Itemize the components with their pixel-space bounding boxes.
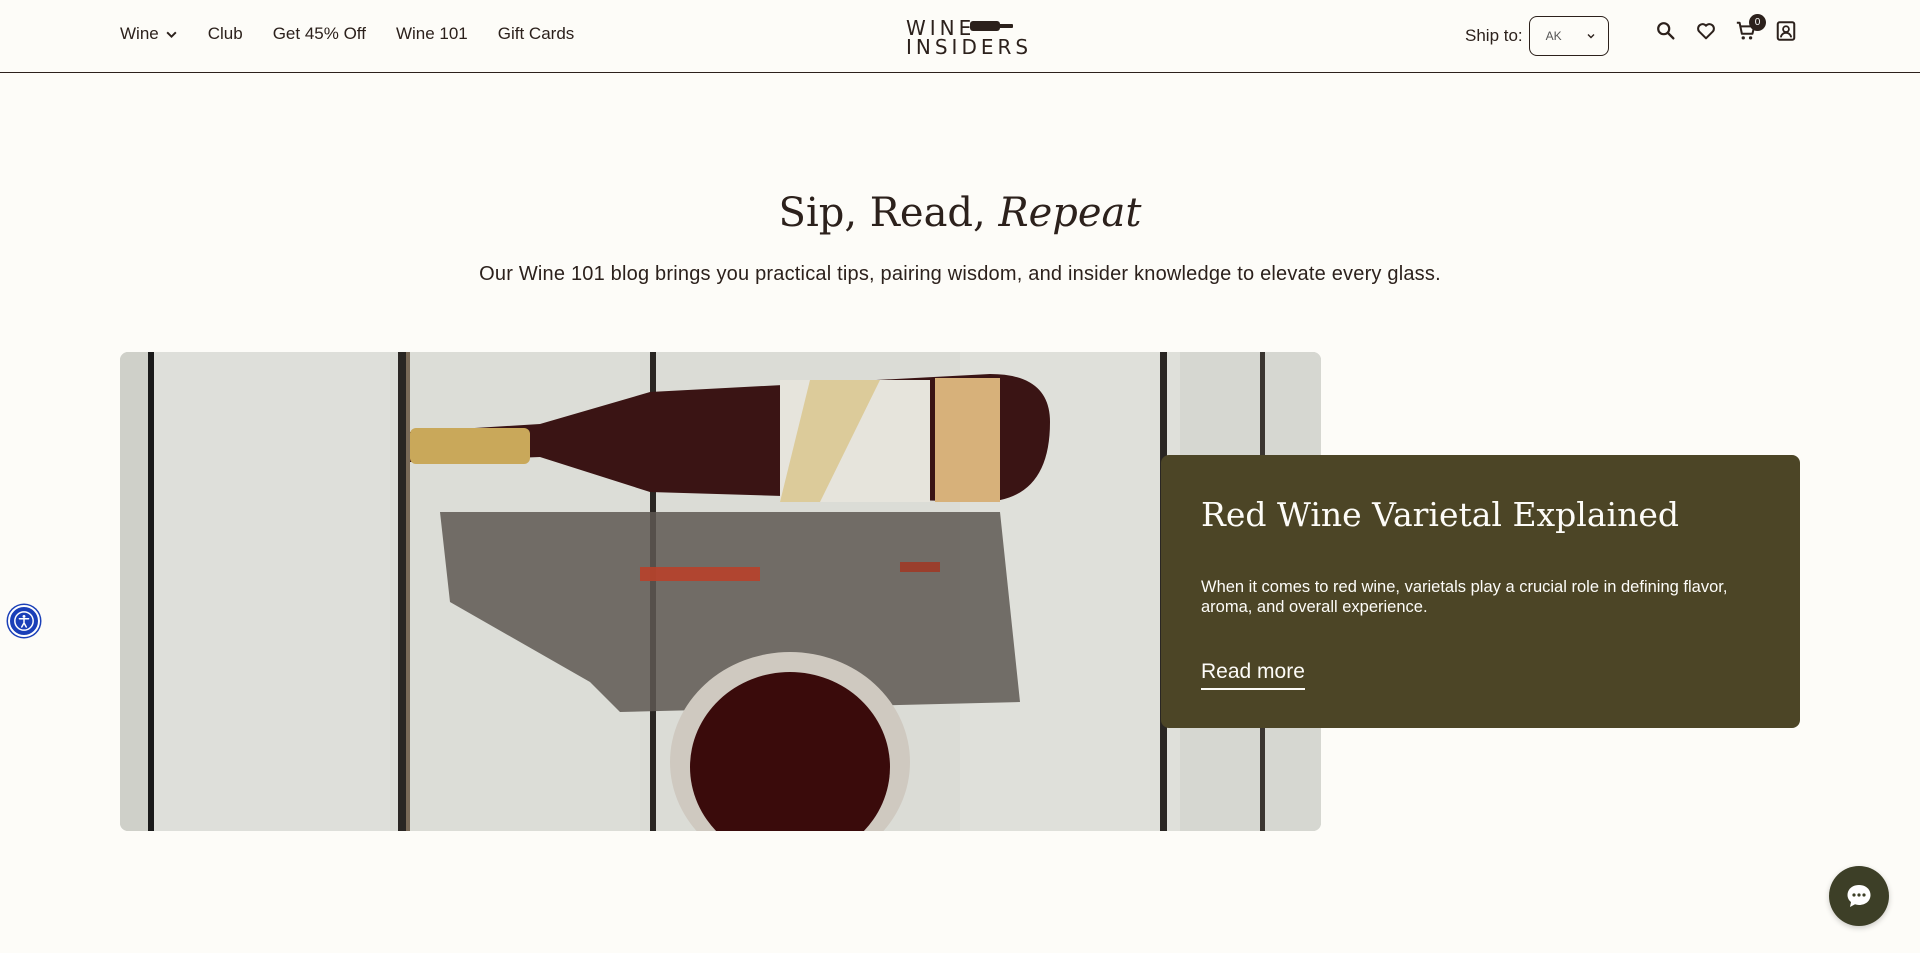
- site-header: Wine Club Get 45% Off Wine 101 Gift Card…: [0, 0, 1920, 73]
- main-nav: Wine Club Get 45% Off Wine 101 Gift Card…: [120, 24, 574, 44]
- read-more-link[interactable]: Read more: [1201, 660, 1305, 690]
- section-title: Sip, Read, Repeat: [0, 190, 1920, 236]
- nav-item-label: Wine: [120, 24, 159, 43]
- search-button[interactable]: [1655, 20, 1677, 42]
- cart-button[interactable]: 0: [1735, 14, 1766, 42]
- nav-item-label: Gift Cards: [497, 24, 575, 43]
- ship-to-value: AK: [1545, 29, 1562, 43]
- wine-bottle-and-glass-photo[interactable]: [120, 352, 1321, 831]
- chat-button[interactable]: [1829, 866, 1889, 926]
- feature-title[interactable]: Red Wine Varietal Explained: [1201, 495, 1760, 535]
- nav-item-wine[interactable]: Wine: [120, 24, 178, 44]
- site-logo[interactable]: WINE INSIDERS: [906, 16, 1028, 57]
- nav-item-label: Club: [207, 24, 243, 43]
- feature-description: When it comes to red wine, varietals pla…: [1201, 577, 1728, 617]
- chevron-down-icon: [166, 31, 177, 38]
- chat-bubble-icon: [1847, 885, 1871, 907]
- nav-item-offer[interactable]: Get 45% Off: [273, 24, 366, 44]
- nav-item-club[interactable]: Club: [208, 24, 243, 44]
- wishlist-button[interactable]: [1695, 20, 1717, 42]
- nav-item-label: Get 45% Off: [272, 24, 366, 43]
- account-icon: [1776, 21, 1796, 41]
- bottle-icon: [970, 21, 1013, 31]
- section-subtitle: Our Wine 101 blog brings you practical t…: [479, 263, 1441, 285]
- ship-to-select[interactable]: AK: [1528, 16, 1609, 56]
- ship-to-label: Ship to:: [1465, 26, 1523, 45]
- search-icon: [1657, 22, 1675, 40]
- logo-line-2: INSIDERS: [906, 35, 1033, 59]
- account-button[interactable]: [1775, 20, 1797, 42]
- heart-icon: [1697, 23, 1715, 40]
- section-title-plain: Sip, Read,: [778, 190, 999, 236]
- ship-to: Ship to: AK: [1465, 16, 1609, 56]
- chevron-down-icon: [1587, 34, 1595, 39]
- nav-item-gift-cards[interactable]: Gift Cards: [498, 24, 575, 44]
- accessibility-icon: [14, 611, 34, 631]
- cart-count-badge: 0: [1749, 14, 1766, 31]
- accessibility-button[interactable]: [8, 605, 40, 637]
- section-title-italic: Repeat: [998, 190, 1142, 236]
- feature-card: Red Wine Varietal Explained When it come…: [1161, 455, 1800, 728]
- header-icons: 0: [1655, 14, 1797, 42]
- nav-item-wine-101[interactable]: Wine 101: [396, 24, 468, 44]
- nav-item-label: Wine 101: [395, 24, 468, 43]
- photo-illustration: [120, 352, 1321, 831]
